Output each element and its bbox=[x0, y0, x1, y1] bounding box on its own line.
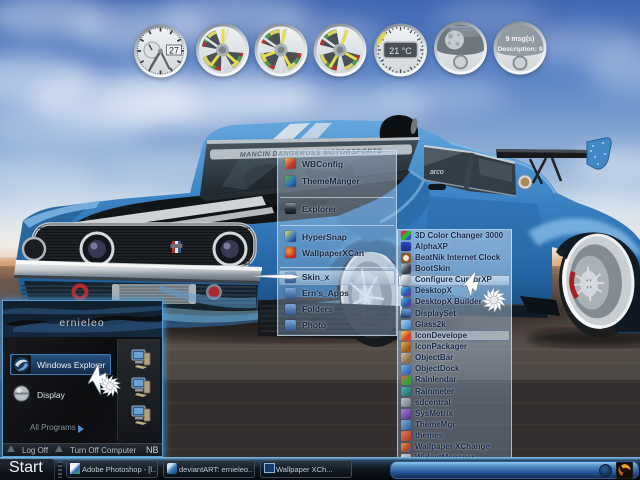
svg-text:MOONPHASE: MOONPHASE bbox=[449, 27, 474, 31]
svg-text:21 °C: 21 °C bbox=[389, 46, 412, 56]
svg-text:ernieleo: ernieleo bbox=[59, 317, 104, 329]
svg-text:arco: arco bbox=[430, 169, 444, 176]
svg-text:Description: 9: Description: 9 bbox=[497, 46, 543, 53]
svg-text:27: 27 bbox=[169, 46, 179, 56]
svg-text:9 msg(s): 9 msg(s) bbox=[506, 36, 535, 43]
